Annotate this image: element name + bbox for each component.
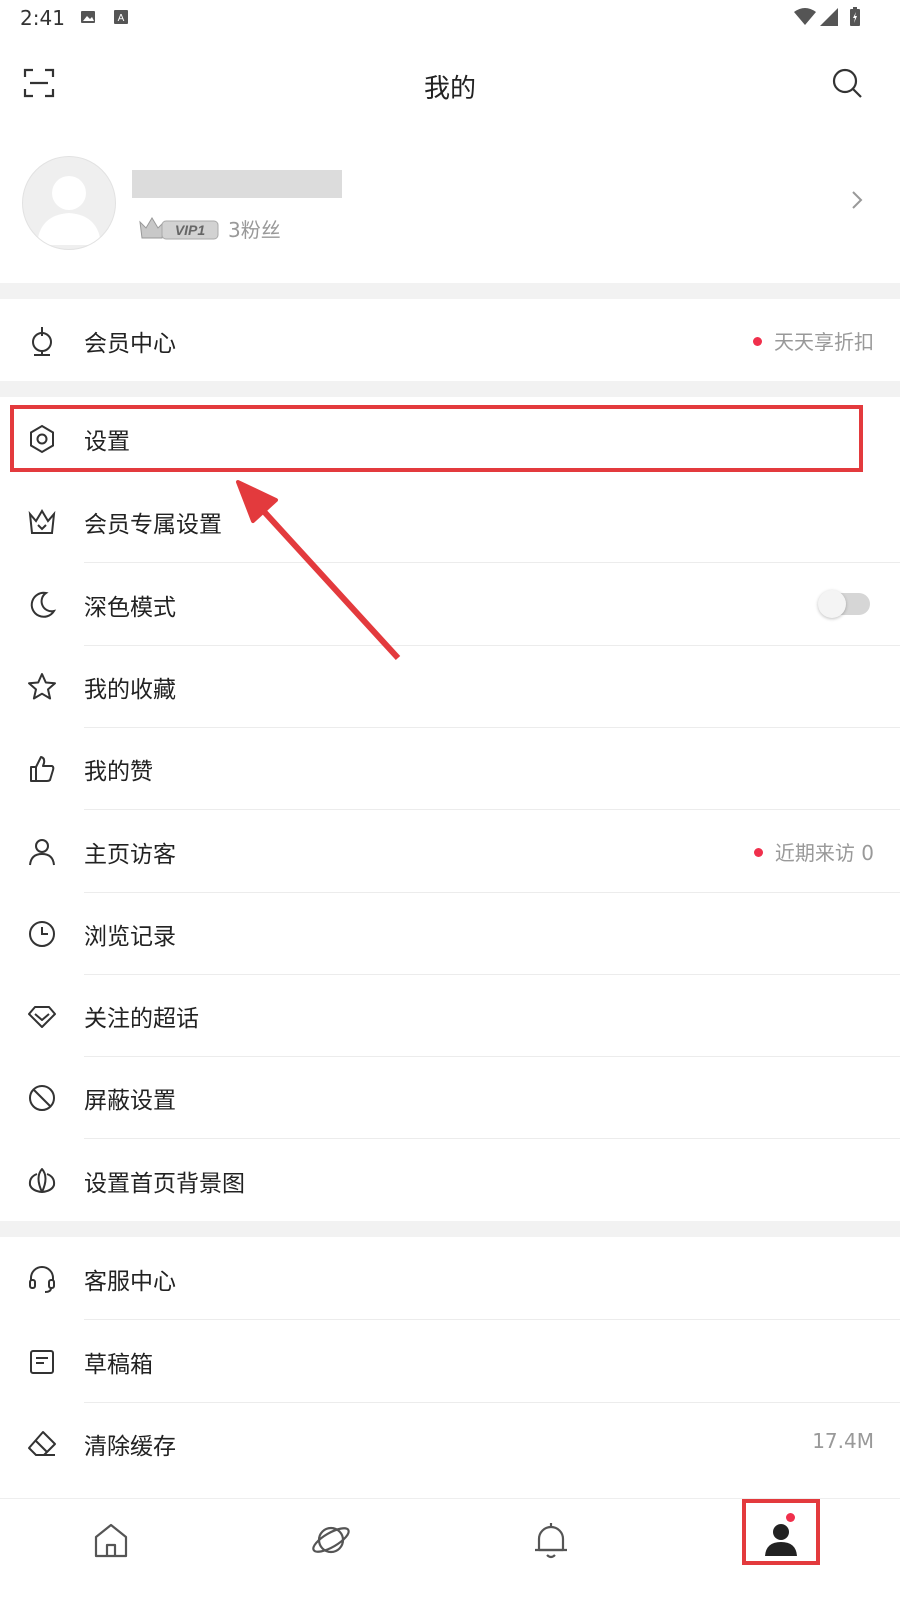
menu-item-service-center[interactable]: 客服中心 <box>0 1237 900 1320</box>
thumbs-up-icon <box>30 756 55 782</box>
battery-icon <box>850 7 860 26</box>
top-header: 我的 <box>0 50 900 120</box>
menu-item-member-center[interactable]: 会员中心 天天享折扣 <box>0 299 900 381</box>
bottom-tab-bar <box>0 1498 900 1601</box>
menu-item-label: 设置首页背景图 <box>84 1171 245 1197</box>
visitor-count-text: 近期来访 0 <box>753 837 874 866</box>
image-notification-icon <box>81 11 95 23</box>
menu-item-clear-cache[interactable]: 清除缓存 17.4M <box>0 1402 900 1485</box>
default-avatar-icon <box>37 176 101 245</box>
headset-icon <box>29 1266 55 1293</box>
section-separator <box>0 283 900 299</box>
app-notification-icon: A <box>114 10 128 24</box>
person-icon <box>29 839 55 866</box>
menu-item-label: 主页访客 <box>84 842 176 868</box>
menu-item-label: 会员专属设置 <box>84 512 222 538</box>
signal-icon <box>820 8 838 26</box>
page-title: 我的 <box>423 74 476 104</box>
bell-icon[interactable] <box>526 1515 576 1565</box>
diamond-icon <box>28 1006 56 1028</box>
draft-document-icon <box>30 1350 54 1374</box>
menu-item-label: 客服中心 <box>84 1269 176 1295</box>
dark-mode-toggle[interactable] <box>818 590 870 618</box>
svg-text:A: A <box>118 13 125 24</box>
annotation-highlight-box <box>10 405 863 472</box>
moon-icon <box>30 591 57 618</box>
notification-dot <box>753 337 762 346</box>
username-redacted <box>132 170 342 198</box>
cache-size: 17.4M <box>812 1429 874 1453</box>
fans-count[interactable]: 3粉丝 <box>228 214 281 243</box>
menu-item-label: 浏览记录 <box>84 924 176 950</box>
menu-item-label: 我的收藏 <box>84 677 176 703</box>
menu-item-dark-mode[interactable]: 深色模式 <box>0 563 900 646</box>
eraser-icon <box>28 1431 56 1456</box>
vip-badge[interactable]: VIP1 <box>138 216 220 242</box>
crown-medal-icon <box>32 327 52 356</box>
menu-item-label: 关注的超话 <box>84 1006 199 1032</box>
wifi-icon <box>794 8 816 25</box>
member-promo-text: 天天享折扣 <box>753 326 874 355</box>
menu-item-block-settings[interactable]: 屏蔽设置 <box>0 1056 900 1139</box>
menu-item-super-topics[interactable]: 关注的超话 <box>0 974 900 1057</box>
menu-item-favorites[interactable]: 我的收藏 <box>0 645 900 728</box>
menu-item-likes[interactable]: 我的赞 <box>0 727 900 810</box>
planet-icon[interactable] <box>306 1515 356 1565</box>
home-icon[interactable] <box>86 1515 136 1565</box>
status-bar: 2:41 A <box>0 0 900 36</box>
avatar[interactable] <box>22 156 116 250</box>
chevron-right-icon <box>852 191 863 209</box>
menu-item-label: 屏蔽设置 <box>84 1088 176 1114</box>
menu-item-label: 深色模式 <box>84 595 176 621</box>
clock-icon <box>29 921 55 947</box>
block-icon <box>29 1085 55 1111</box>
search-icon[interactable] <box>830 66 864 100</box>
menu-item-member-settings[interactable]: 会员专属设置 <box>0 480 900 563</box>
menu-item-label: 会员中心 <box>84 331 176 357</box>
menu-item-label: 清除缓存 <box>84 1434 176 1460</box>
notification-dot <box>753 848 763 857</box>
profile-card[interactable]: VIP1 3粉丝 <box>0 150 900 280</box>
section-separator <box>0 1221 900 1237</box>
menu-item-label: 草稿箱 <box>84 1352 153 1378</box>
crown-icon <box>28 509 56 534</box>
menu-item-visitors[interactable]: 主页访客 近期来访 0 <box>0 810 900 893</box>
lotus-icon <box>28 1168 56 1193</box>
profile-icon[interactable] <box>756 1515 806 1565</box>
menu-item-drafts[interactable]: 草稿箱 <box>0 1320 900 1403</box>
menu-item-label: 我的赞 <box>84 759 153 785</box>
menu-item-homepage-background[interactable]: 设置首页背景图 <box>0 1139 900 1221</box>
toggle-knob <box>818 590 846 618</box>
vip-level-label: VIP1 <box>175 222 206 238</box>
menu-item-history[interactable]: 浏览记录 <box>0 892 900 975</box>
star-icon <box>28 673 56 700</box>
status-time: 2:41 <box>20 6 65 30</box>
notification-dot <box>786 1513 795 1522</box>
section-separator <box>0 381 900 397</box>
